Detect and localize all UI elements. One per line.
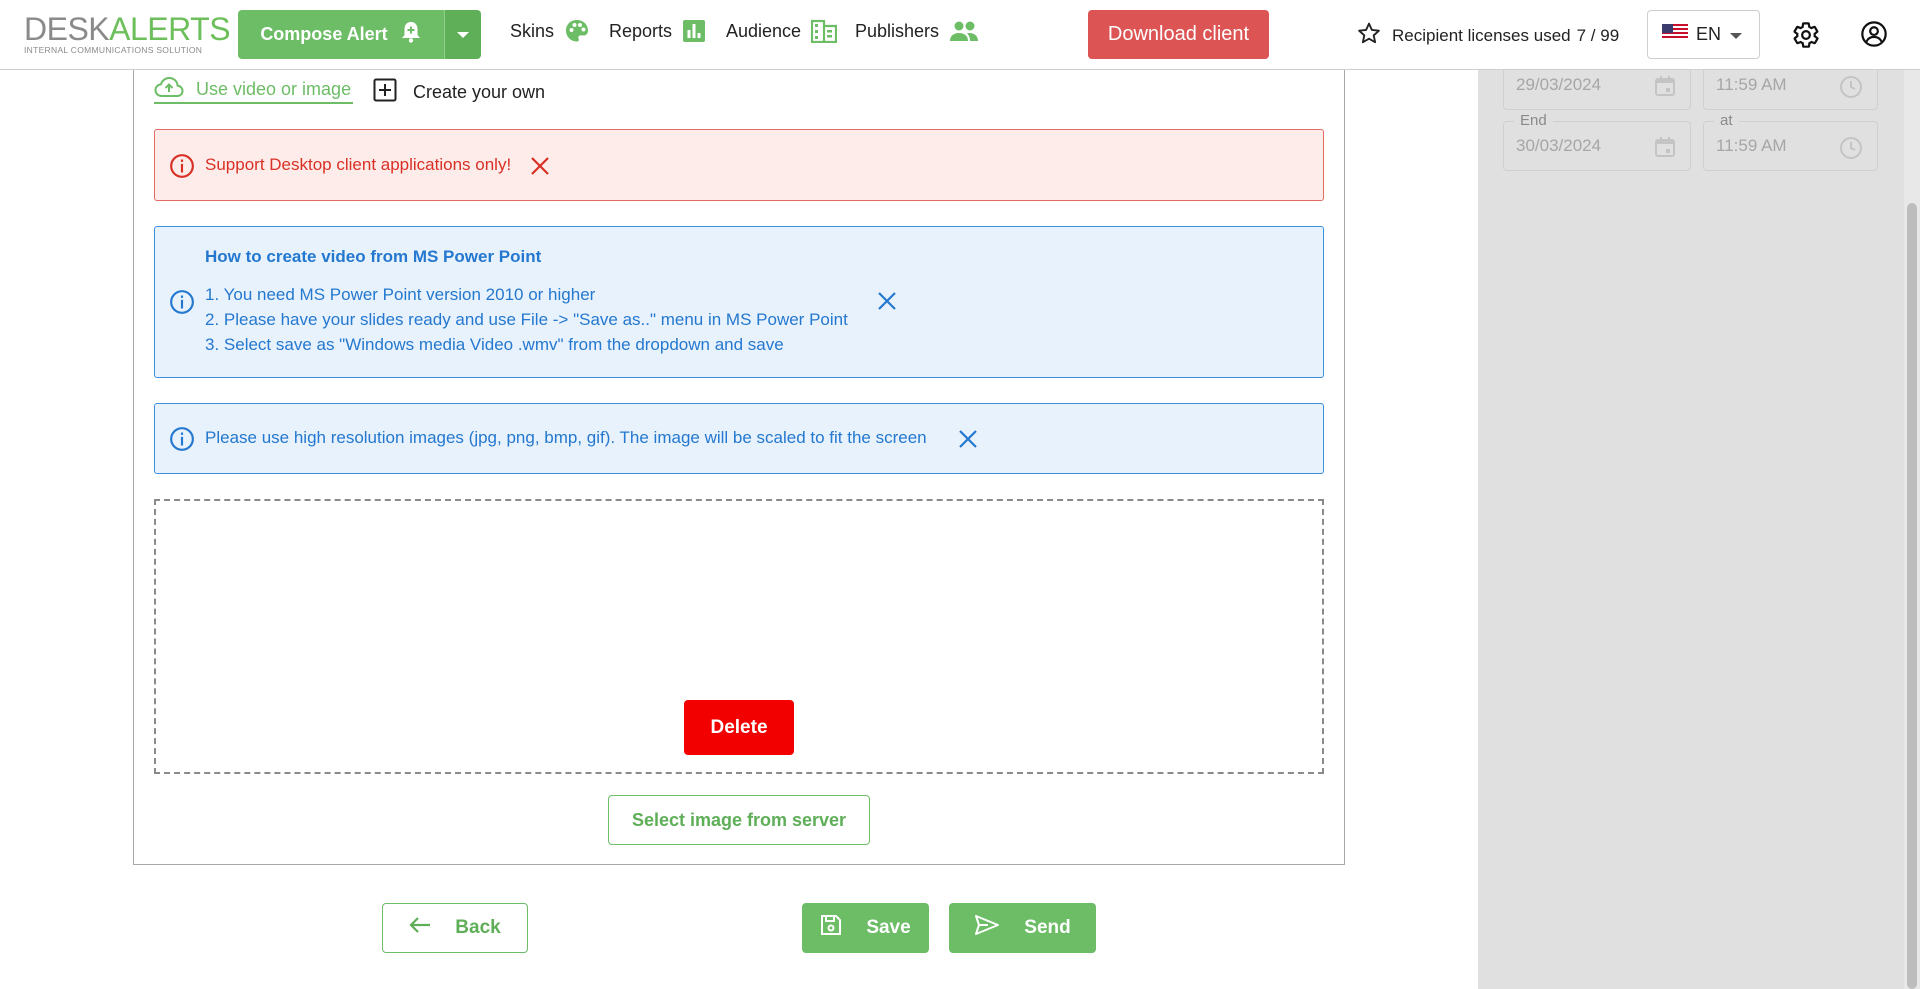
compose-alert-label: Compose Alert [260,24,388,44]
nav-publishers-label: Publishers [855,20,940,41]
end-label: End [1514,112,1553,129]
info-icon [169,426,195,457]
calendar-icon [1654,75,1676,102]
calendar-icon [1654,136,1676,163]
clock-icon [1839,136,1863,165]
howto-title: How to create video from MS Power Point [205,247,542,266]
us-flag-icon [1662,24,1688,45]
clock-icon [1839,75,1863,104]
logo-alerts: ALERTS [109,11,231,47]
save-button[interactable]: Save [802,903,929,953]
close-icon[interactable] [958,429,978,454]
star-outline-icon [1356,21,1382,51]
arrow-left-icon [409,916,431,940]
info-icon [169,289,195,320]
at-label: at [1714,112,1739,129]
compose-alert-button[interactable]: Compose Alert [238,10,444,59]
licenses-label: Recipient licenses used [1392,26,1571,45]
paper-plane-icon [974,914,1000,942]
desktop-only-alert: Support Desktop client applications only… [154,129,1324,201]
plus-box-icon [373,78,397,107]
user-circle-icon [1860,21,1888,52]
compose-alert-group: Compose Alert [238,10,481,59]
howto-step-2: 2. Please have your slides ready and use… [205,310,848,329]
save-label: Save [866,917,911,938]
nav-reports[interactable]: Reports [609,18,706,44]
caret-down-icon [456,26,470,44]
nav-skins-label: Skins [510,20,555,41]
licenses-value: 7 / 99 [1576,26,1620,45]
nav-skins[interactable]: Skins [510,18,590,44]
building-icon [811,19,838,43]
logo-tagline: INTERNAL COMMUNICATIONS SOLUTION [24,45,203,55]
bar-chart-icon [682,19,706,43]
tab-create-own-label: Create your own [413,82,546,102]
palette-icon [564,18,590,44]
start-time-value: 11:59 AM [1716,75,1787,94]
scrollbar-thumb[interactable] [1907,203,1917,989]
delete-button[interactable]: Delete [684,700,794,755]
nav-audience[interactable]: Audience [726,18,838,44]
end-time-field[interactable]: at 11:59 AM [1703,112,1878,171]
cloud-upload-icon [154,76,184,103]
bell-plus-icon [400,20,422,49]
howto-step-3: 3. Select save as "Windows media Video .… [205,335,784,354]
top-bar: DESKALERTS INTERNAL COMMUNICATIONS SOLUT… [0,0,1920,70]
logo-desk: DESK [24,11,110,47]
howto-alert: How to create video from MS Power Point … [154,226,1324,378]
nav-audience-label: Audience [726,20,802,41]
nav-publishers[interactable]: Publishers [855,18,979,44]
close-icon[interactable] [530,156,550,181]
end-date-value: 30/03/2024 [1516,136,1602,155]
send-label: Send [1024,917,1071,938]
people-icon [949,20,979,42]
deskalerts-logo[interactable]: DESKALERTS INTERNAL COMMUNICATIONS SOLUT… [24,11,231,55]
resolution-text: Please use high resolution images (jpg, … [205,428,927,447]
howto-step-1: 1. You need MS Power Point version 2010 … [205,285,596,304]
floppy-disk-icon [820,914,842,942]
close-icon[interactable] [877,291,897,316]
schedule-panel [1478,70,1904,989]
select-image-from-server-button[interactable]: Select image from server [608,795,870,845]
language-code: EN [1696,24,1722,44]
error-info-icon [169,153,195,184]
compose-menu-toggle[interactable] [444,10,481,59]
send-button[interactable]: Send [949,903,1096,953]
tab-create-your-own[interactable]: Create your own [373,78,545,107]
settings-button[interactable] [1792,21,1820,54]
account-button[interactable] [1860,20,1888,53]
caret-down-icon [1729,24,1743,45]
tab-use-video-or-image[interactable]: Use video or image [154,76,354,104]
nav-reports-label: Reports [609,20,673,41]
back-button[interactable]: Back [382,903,528,953]
end-time-value: 11:59 AM [1716,136,1787,155]
resolution-alert: Please use high resolution images (jpg, … [154,403,1324,474]
gear-icon [1792,22,1820,53]
tab-use-video-label: Use video or image [196,79,352,99]
download-client-button[interactable]: Download client [1088,10,1269,59]
back-label: Back [455,917,501,938]
desktop-only-text: Support Desktop client applications only… [205,155,512,174]
end-date-field[interactable]: End 30/03/2024 [1503,112,1691,171]
start-date-value: 29/03/2024 [1516,75,1602,94]
language-selector[interactable]: EN [1647,10,1760,59]
recipient-licenses[interactable]: Recipient licenses used 7 / 99 [1356,21,1619,51]
